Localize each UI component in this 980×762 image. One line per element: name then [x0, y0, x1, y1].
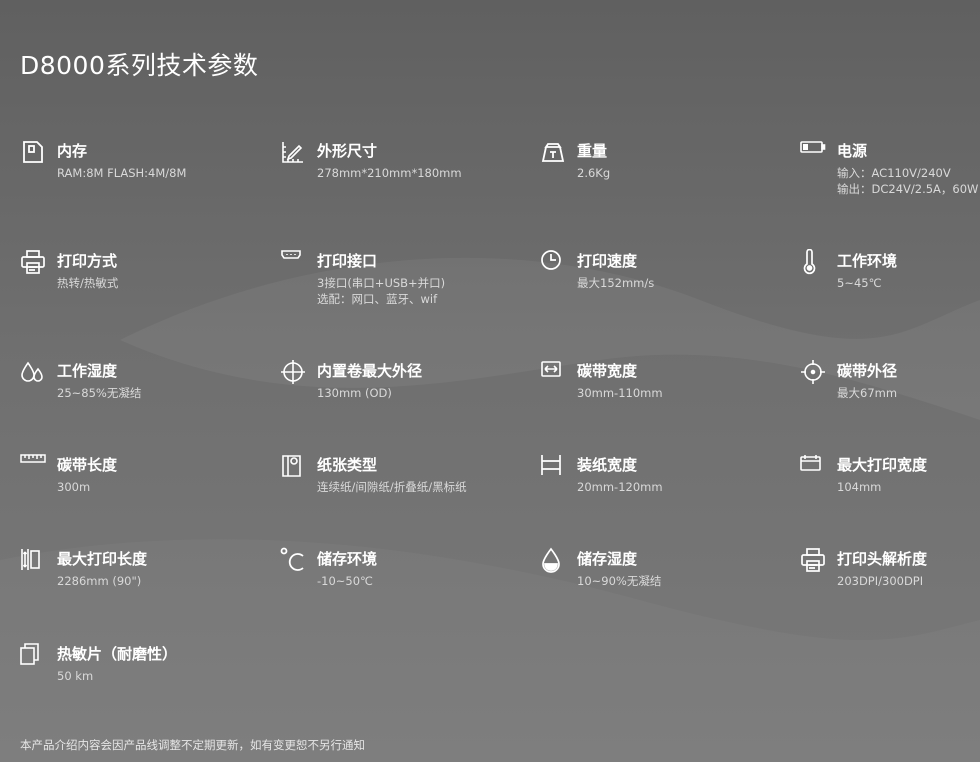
spec-ribbon-length: 碳带长度 300m	[20, 453, 260, 533]
spec-value: 203DPI/300DPI	[837, 574, 924, 588]
spec-value: 300m	[57, 480, 91, 494]
spec-name: 碳带宽度	[577, 362, 638, 380]
spec-value: 10~90%无凝结	[577, 574, 662, 588]
footer-note: 本产品介绍内容会因产品线调整不定期更新，如有变更恕不另行通知	[20, 738, 365, 752]
spec-memory: 内存 RAM:8M FLASH:4M/8M	[20, 139, 260, 219]
spec-paper-width: 装纸宽度 20mm-120mm	[540, 453, 780, 533]
spec-name: 工作湿度	[57, 362, 118, 380]
spec-value: 3接口(串口+USB+并口) 选配：网口、蓝牙、wif	[317, 276, 446, 306]
spec-value: 104mm	[837, 480, 882, 494]
spec-value: 25~85%无凝结	[57, 386, 142, 400]
spec-name: 内存	[57, 142, 88, 160]
spec-ribbon-width: 碳带宽度 30mm-110mm	[540, 359, 780, 439]
spec-name: 最大打印宽度	[837, 456, 928, 474]
spec-name: 装纸宽度	[577, 456, 638, 474]
ruler-pencil-icon	[280, 139, 306, 165]
spec-value: 2286mm (90")	[57, 574, 142, 588]
spec-name: 最大打印长度	[57, 550, 148, 568]
spec-name: 热敏片（耐磨性）	[57, 645, 178, 663]
spec-value: 278mm*210mm*180mm	[317, 166, 462, 180]
crosshair-icon	[280, 359, 306, 385]
spec-value: 20mm-120mm	[577, 480, 663, 494]
spec-value: 130mm (OD)	[317, 386, 392, 400]
paper-width-icon	[540, 453, 566, 479]
spec-name: 纸张类型	[317, 456, 378, 474]
spec-name: 储存湿度	[577, 550, 638, 568]
spec-work-humidity: 工作湿度 25~85%无凝结	[20, 359, 260, 439]
spec-storage-humidity: 储存湿度 10~90%无凝结	[540, 547, 780, 627]
print-width-icon	[800, 453, 826, 479]
spec-value: 50 km	[57, 669, 94, 683]
target-icon	[800, 359, 826, 385]
weight-icon	[540, 139, 566, 165]
copy-pages-icon	[20, 642, 46, 668]
spec-name: 内置卷最大外径	[317, 362, 423, 380]
spec-name: 打印方式	[57, 252, 118, 270]
memory-card-icon	[20, 139, 46, 165]
spec-name: 工作环境	[837, 252, 898, 270]
spec-name: 电源	[837, 142, 868, 160]
spec-value: 最大67mm	[837, 386, 898, 400]
printer-icon	[20, 249, 46, 275]
spec-paper-type: 纸张类型 连续纸/间隙纸/折叠纸/黑标纸	[280, 453, 520, 533]
spec-max-print-width: 最大打印宽度 104mm	[800, 453, 980, 533]
spec-name: 外形尺寸	[317, 142, 378, 160]
spec-name: 打印头解析度	[837, 550, 928, 568]
spec-name: 碳带外径	[837, 362, 898, 380]
spec-value: 5~45℃	[837, 276, 882, 290]
spec-print-speed: 打印速度 最大152mm/s	[540, 249, 780, 329]
printer-head-icon	[800, 547, 826, 573]
battery-icon	[800, 139, 826, 165]
spec-name: 重量	[577, 142, 608, 160]
ruler-icon	[20, 453, 46, 479]
spec-dimensions: 外形尺寸 278mm*210mm*180mm	[280, 139, 520, 219]
celsius-icon	[280, 547, 306, 573]
spec-max-print-length: 最大打印长度 2286mm (90")	[20, 547, 260, 627]
clock-icon	[540, 249, 566, 275]
spec-thermal-head: 热敏片（耐磨性） 50 km	[20, 642, 260, 722]
spec-power: 电源 输入：AC110V/240V 输出：DC24V/2.5A，60W	[800, 139, 980, 219]
spec-print-head-resolution: 打印头解析度 203DPI/300DPI	[800, 547, 980, 627]
spec-print-method: 打印方式 热转/热敏式	[20, 249, 260, 329]
spec-work-env: 工作环境 5~45℃	[800, 249, 980, 329]
spec-value: 热转/热敏式	[57, 276, 119, 290]
spec-ribbon-diameter: 碳带外径 最大67mm	[800, 359, 980, 439]
spec-value: 30mm-110mm	[577, 386, 663, 400]
spec-value: 最大152mm/s	[577, 276, 655, 290]
spec-weight: 重量 2.6Kg	[540, 139, 780, 219]
port-icon	[280, 249, 306, 275]
spec-value: RAM:8M FLASH:4M/8M	[57, 166, 187, 180]
spec-name: 碳带长度	[57, 456, 118, 474]
water-drops-icon	[20, 359, 46, 385]
page-title: D8000系列技术参数	[20, 51, 259, 80]
print-length-icon	[20, 547, 46, 573]
spec-value: 连续纸/间隙纸/折叠纸/黑标纸	[317, 480, 467, 494]
spec-interface: 打印接口 3接口(串口+USB+并口) 选配：网口、蓝牙、wif	[280, 249, 520, 329]
spec-value: 2.6Kg	[577, 166, 611, 180]
paper-roll-icon	[280, 453, 306, 479]
spec-name: 打印速度	[577, 252, 638, 270]
thermometer-icon	[800, 249, 826, 275]
width-arrows-icon	[540, 359, 566, 385]
humidity-drop-icon	[540, 547, 566, 573]
spec-roll-diameter: 内置卷最大外径 130mm (OD)	[280, 359, 520, 439]
spec-name: 打印接口	[317, 252, 378, 270]
spec-value: -10~50℃	[317, 574, 373, 588]
spec-name: 储存环境	[317, 550, 378, 568]
spec-storage-env: 储存环境 -10~50℃	[280, 547, 520, 627]
spec-value: 输入：AC110V/240V 输出：DC24V/2.5A，60W	[837, 166, 979, 196]
